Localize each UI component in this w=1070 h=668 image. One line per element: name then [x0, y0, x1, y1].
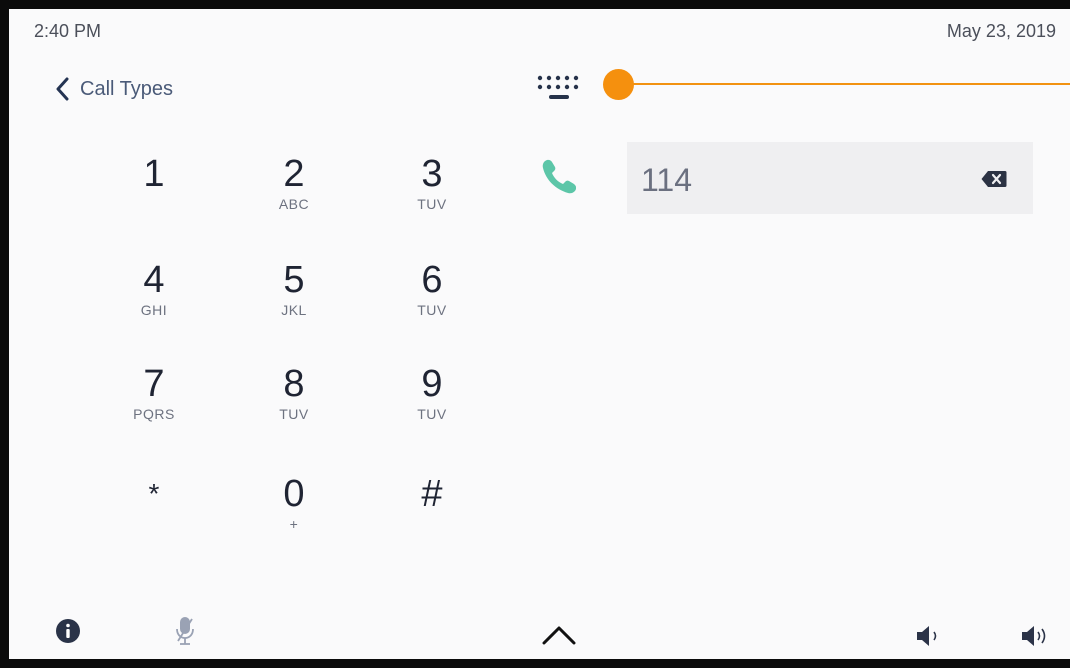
slider-knob[interactable] [603, 69, 634, 100]
key-letters: TUV [417, 302, 447, 318]
dialed-number: 114 [641, 162, 693, 198]
key-7[interactable]: 7 PQRS [104, 364, 204, 422]
key-digit: 8 [283, 363, 305, 405]
key-digit: 6 [421, 259, 443, 301]
key-digit: 4 [143, 259, 165, 301]
key-letters: TUV [417, 406, 447, 422]
key-letters: JKL [281, 302, 307, 318]
status-date: May 23, 2019 [946, 21, 1056, 41]
backspace-button[interactable] [981, 170, 1007, 193]
key-letters: TUV [279, 406, 309, 422]
key-letters: PQRS [133, 406, 175, 422]
back-label: Call Types [80, 77, 174, 100]
info-button[interactable] [56, 619, 80, 648]
bottom-toolbar [9, 609, 1070, 659]
key-letters: TUV [417, 196, 447, 212]
key-4[interactable]: 4 GHI [104, 260, 204, 318]
key-hash[interactable]: # [382, 474, 482, 516]
key-2[interactable]: 2 ABC [244, 154, 344, 212]
info-icon [56, 619, 80, 643]
key-letters: + [289, 516, 299, 532]
key-6[interactable]: 6 TUV [382, 260, 482, 318]
back-button[interactable]: Call Types [56, 77, 173, 101]
volume-up-button[interactable] [1020, 623, 1052, 654]
key-digit: 5 [283, 259, 305, 301]
key-digit: * [148, 478, 160, 509]
microphone-mute-button[interactable] [174, 615, 196, 652]
keyboard-icon [537, 75, 579, 99]
backspace-icon [981, 171, 1007, 187]
key-9[interactable]: 9 TUV [382, 364, 482, 422]
key-digit: # [421, 473, 443, 515]
key-star[interactable]: * [104, 474, 204, 516]
expand-up-button[interactable] [542, 625, 576, 650]
key-3[interactable]: 3 TUV [382, 154, 482, 212]
screen: 2:40 PM May 23, 2019 Call Types 1 2 ABC 3… [9, 9, 1070, 659]
key-digit: 0 [283, 473, 305, 515]
key-digit: 1 [143, 153, 165, 195]
volume-down-icon [917, 626, 937, 646]
keyboard-toggle-button[interactable] [537, 73, 581, 112]
key-0[interactable]: 0 + [244, 474, 344, 532]
microphone-muted-icon [176, 617, 194, 645]
key-digit: 3 [421, 153, 443, 195]
status-time: 2:40 PM [34, 21, 102, 41]
key-5[interactable]: 5 JKL [244, 260, 344, 318]
back-chevron-icon [56, 77, 69, 101]
key-digit: 2 [283, 153, 305, 195]
key-digit: 9 [421, 363, 443, 405]
key-digit: 7 [143, 363, 165, 405]
key-letters: GHI [140, 302, 168, 318]
dialed-number-field[interactable]: 114 [627, 142, 1033, 214]
volume-up-icon [1022, 626, 1046, 646]
slider-track[interactable] [618, 83, 1070, 85]
call-button[interactable] [539, 157, 579, 202]
device-frame: 2:40 PM May 23, 2019 Call Types 1 2 ABC 3… [0, 0, 1070, 668]
volume-down-button[interactable] [915, 623, 943, 654]
chevron-up-icon [542, 626, 576, 645]
key-1[interactable]: 1 [104, 154, 204, 196]
key-letters: ABC [278, 196, 310, 212]
key-8[interactable]: 8 TUV [244, 364, 344, 422]
phone-icon [542, 159, 576, 194]
